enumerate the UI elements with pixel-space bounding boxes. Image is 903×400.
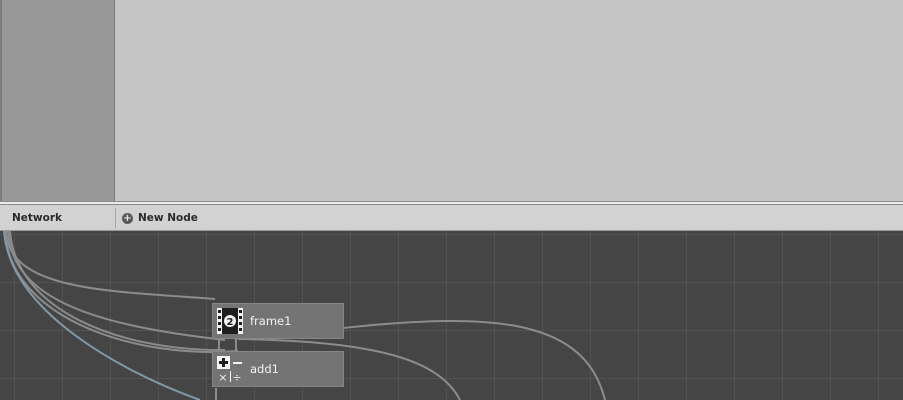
math-operators-icon: × ÷	[217, 356, 242, 383]
svg-text:×: ×	[218, 371, 227, 383]
connection-wires	[3, 231, 606, 400]
new-node-label: New Node	[138, 212, 198, 224]
network-canvas[interactable]: 2 frame1 × ÷ add1	[0, 231, 903, 400]
parameters-side-panel	[0, 0, 115, 201]
network-tab[interactable]: Network	[12, 205, 62, 231]
node-frame1[interactable]: 2 frame1	[212, 303, 344, 339]
film-frame-icon: 2	[217, 308, 243, 334]
network-toolbar: Network + New Node	[0, 205, 903, 231]
svg-text:÷: ÷	[232, 371, 241, 383]
node-label: frame1	[250, 314, 292, 328]
node-add1[interactable]: × ÷ add1	[212, 351, 344, 387]
new-node-button[interactable]: + New Node	[122, 205, 198, 231]
wire	[342, 319, 606, 400]
svg-text:2: 2	[227, 317, 234, 328]
wire	[7, 231, 226, 341]
wire-selected	[3, 231, 201, 400]
plus-icon: +	[122, 212, 133, 224]
toolbar-divider	[115, 208, 116, 228]
viewer-panel	[116, 0, 903, 201]
node-label: add1	[250, 362, 279, 376]
